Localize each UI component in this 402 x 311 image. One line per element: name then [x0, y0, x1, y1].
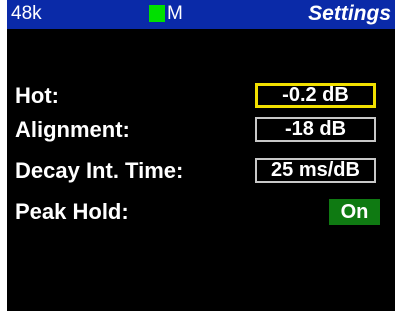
status-bar: 48k M Settings: [7, 0, 395, 29]
device-screen: 48k M Settings Hot: -0.2 dB Alignment: -…: [7, 0, 395, 311]
decay-int-time-value-field[interactable]: 25 ms/dB: [255, 158, 376, 183]
peak-hold-label: Peak Hold:: [15, 199, 129, 224]
setting-row-decay-int-time: Decay Int. Time: 25 ms/dB: [7, 156, 395, 186]
setting-row-peak-hold: Peak Hold: On: [7, 197, 395, 227]
alignment-value-field[interactable]: -18 dB: [255, 117, 376, 142]
mode-label: M: [167, 3, 183, 24]
page-title: Settings: [308, 2, 391, 25]
alignment-label: Alignment:: [15, 117, 130, 142]
meter-indicator-icon: [149, 5, 165, 22]
hot-label: Hot:: [15, 83, 59, 108]
decay-int-time-label: Decay Int. Time:: [15, 158, 184, 183]
peak-hold-toggle-button[interactable]: On: [329, 199, 380, 225]
hot-value-field[interactable]: -0.2 dB: [255, 83, 376, 108]
setting-row-hot: Hot: -0.2 dB: [7, 81, 395, 111]
sample-rate-label: 48k: [11, 3, 42, 24]
setting-row-alignment: Alignment: -18 dB: [7, 115, 395, 145]
